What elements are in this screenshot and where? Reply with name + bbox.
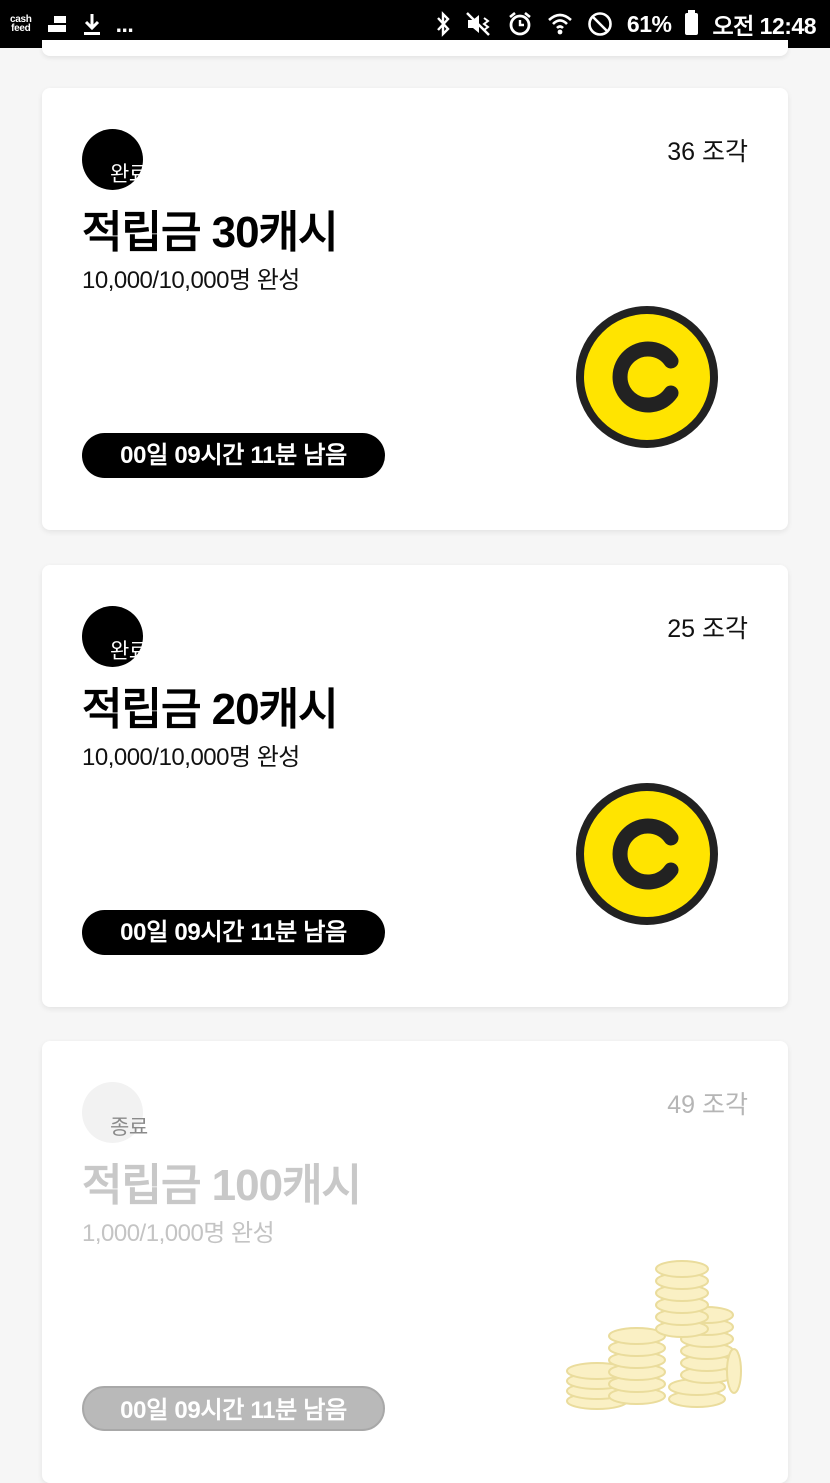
download-icon [83, 14, 100, 35]
participant-progress: 1,000/1,000명 완성 [82, 1220, 275, 1247]
status-bar-right: 61% 오전 12:48 [435, 7, 816, 41]
cashfeed-app-icon: cash feed [10, 15, 32, 34]
bluetooth-icon [437, 11, 450, 37]
coin-icon [576, 783, 718, 925]
reward-title: 적립금 20캐시 [82, 685, 339, 734]
battery-percent: 61% [626, 10, 672, 37]
battery-icon [685, 10, 699, 35]
time-remaining-pill: 00일 09시간 11분 남음 [82, 433, 385, 478]
reward-title: 적립금 30캐시 [82, 208, 339, 257]
wifi-icon [548, 13, 572, 35]
coin-pile-image [566, 1260, 742, 1410]
piece-count: 49 조각 [667, 1091, 748, 1119]
reward-title: 적립금 100캐시 [82, 1161, 362, 1210]
piece-count: 25 조각 [667, 615, 748, 643]
more-notifications: ... [115, 10, 134, 37]
reward-card[interactable]: 완료 36 조각 적립금 30캐시 10,000/10,000명 완성 00일 … [42, 88, 788, 530]
reward-card-ended[interactable]: 종료 49 조각 적립금 100캐시 1,000/1,000명 완성 00일 0… [42, 1041, 788, 1483]
mute-vibrate-icon [466, 12, 490, 36]
previous-card-edge [42, 40, 788, 56]
notification-app-icon [47, 16, 66, 32]
status-bar-left: cash feed ... [10, 10, 134, 38]
alarm-icon [509, 11, 531, 36]
coin-icon [576, 306, 718, 448]
clock: 오전 12:48 [712, 13, 816, 39]
participant-progress: 10,000/10,000명 완성 [82, 744, 300, 771]
status-badge: 종료 [110, 1116, 148, 1139]
participant-progress: 10,000/10,000명 완성 [82, 267, 300, 294]
time-remaining-pill: 00일 09시간 11분 남음 [82, 910, 385, 955]
status-badge: 완료 [110, 163, 148, 186]
time-remaining-pill: 00일 09시간 11분 남음 [82, 1386, 385, 1431]
do-not-disturb-icon [588, 12, 612, 36]
piece-count: 36 조각 [667, 138, 748, 166]
reward-card[interactable]: 완료 25 조각 적립금 20캐시 10,000/10,000명 완성 00일 … [42, 565, 788, 1007]
status-badge: 완료 [110, 640, 148, 663]
app-label-bottom: feed [11, 23, 31, 34]
